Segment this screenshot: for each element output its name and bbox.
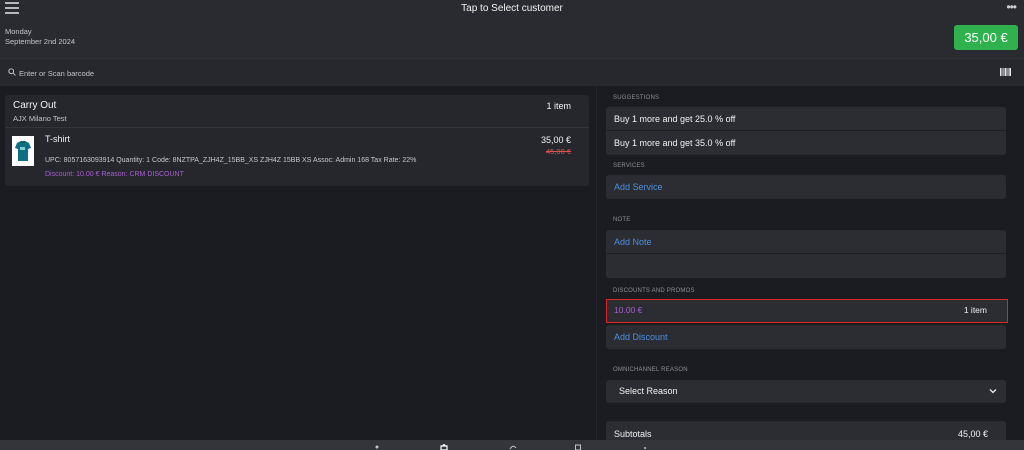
add-discount-button[interactable]: Add Discount bbox=[606, 325, 1006, 349]
customer-select-header: Tap to Select customer bbox=[0, 3, 1024, 14]
cart-line-item[interactable]: T-shirt UPC: 8057163093914 Quantity: 1 C… bbox=[5, 128, 589, 185]
cart-item-count: 1 item bbox=[546, 101, 571, 111]
subtotals-value: 45,00 € bbox=[957, 429, 988, 439]
add-note-button[interactable]: Add Note bbox=[606, 230, 1006, 254]
add-service-button[interactable]: Add Service bbox=[606, 175, 1006, 199]
omnichannel-reason-label: OMNICHANNEL REASON bbox=[613, 367, 688, 373]
services-box: Add Service bbox=[606, 175, 1006, 199]
store-name: AJX Milano Test bbox=[13, 114, 67, 123]
item-price: 35,00 € bbox=[540, 135, 571, 145]
panel-divider bbox=[596, 86, 597, 440]
cart-card: Carry Out AJX Milano Test 1 item T-shirt… bbox=[5, 95, 589, 186]
total-pay-button[interactable]: 35,00 € bbox=[954, 25, 1018, 50]
select-reason-value: Select Reason bbox=[619, 386, 678, 396]
receipt-tab-icon[interactable] bbox=[573, 444, 583, 450]
subtotals-label: Subtotals bbox=[614, 429, 652, 439]
user-tab-icon[interactable] bbox=[372, 444, 382, 450]
suggestion-item[interactable]: Buy 1 more and get 25.0 % off bbox=[606, 107, 1006, 131]
note-box: Add Note bbox=[606, 230, 1006, 278]
item-details: UPC: 8057163093914 Quantity: 1 Code: 8NZ… bbox=[45, 157, 417, 164]
top-bar: Tap to Select customer ••• Monday Septem… bbox=[0, 0, 1024, 58]
hamburger-menu-icon[interactable] bbox=[5, 2, 19, 14]
suggestions-label: SUGGESTIONS bbox=[613, 95, 660, 101]
refresh-tab-icon[interactable] bbox=[508, 444, 518, 450]
add-discount-box: Add Discount bbox=[606, 325, 1006, 349]
item-original-price: 45,00 € bbox=[545, 147, 571, 156]
shopping-bag-tab-icon[interactable] bbox=[439, 444, 449, 450]
item-name: T-shirt bbox=[45, 134, 71, 144]
omnichannel-reason-select[interactable]: Select Reason bbox=[606, 380, 1006, 403]
search-bar bbox=[0, 58, 1024, 86]
discount-item-count: 1 item bbox=[963, 305, 987, 315]
services-label: SERVICES bbox=[613, 163, 645, 169]
applied-discount-row[interactable]: 10.00 € 1 item bbox=[606, 299, 1008, 323]
discount-amount: 10.00 € bbox=[614, 305, 643, 315]
chevron-down-icon bbox=[989, 389, 997, 394]
barcode-search-input[interactable] bbox=[19, 65, 619, 81]
tshirt-thumbnail-icon bbox=[12, 136, 34, 166]
settings-tab-icon[interactable] bbox=[640, 444, 650, 450]
search-icon bbox=[8, 68, 16, 76]
barcode-scanner-icon[interactable] bbox=[1000, 68, 1011, 76]
note-label: NOTE bbox=[613, 217, 631, 223]
cart-header: Carry Out AJX Milano Test 1 item bbox=[5, 95, 589, 128]
discounts-label: DISCOUNTS AND PROMOS bbox=[613, 288, 695, 294]
date-weekday: Monday bbox=[5, 27, 32, 36]
suggestions-list: Buy 1 more and get 25.0 % off Buy 1 more… bbox=[606, 107, 1006, 155]
bottom-tab-bar bbox=[0, 440, 1024, 450]
select-customer-link[interactable]: Tap to Select customer bbox=[461, 3, 563, 14]
order-type: Carry Out bbox=[13, 100, 57, 111]
more-options-icon[interactable]: ••• bbox=[1006, 0, 1017, 14]
date-full: September 2nd 2024 bbox=[5, 37, 76, 46]
item-discount: Discount: 10.00 € Reason: CRM DISCOUNT bbox=[45, 171, 184, 178]
suggestion-item[interactable]: Buy 1 more and get 35.0 % off bbox=[606, 131, 1006, 155]
